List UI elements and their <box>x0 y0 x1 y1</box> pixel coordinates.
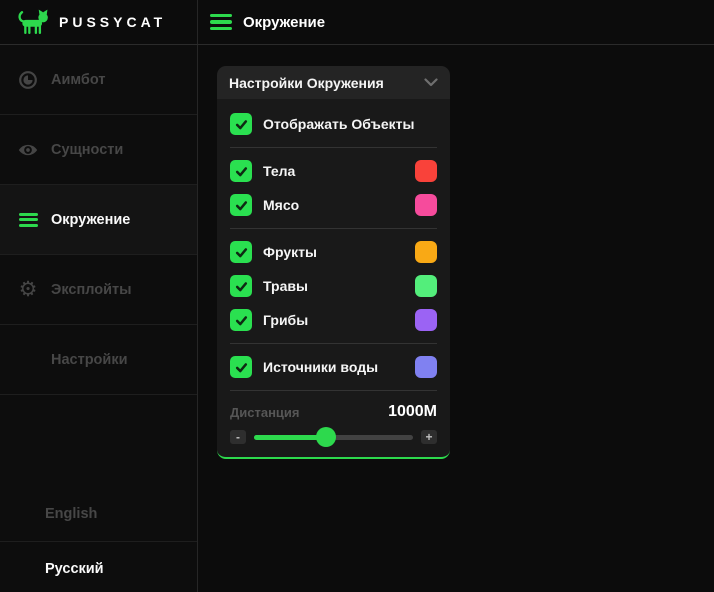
panel-header-dropdown[interactable]: Настройки Окружения <box>217 66 450 99</box>
toggle-label: Тела <box>263 163 415 179</box>
separator <box>230 343 437 344</box>
toggle-row-bodies: Тела <box>230 160 437 182</box>
toggle-label: Травы <box>263 278 415 294</box>
language-label: English <box>45 506 97 522</box>
toggle-row-grass: Травы <box>230 275 437 297</box>
topbar: PUSSYCAT Окружение <box>0 0 714 45</box>
environment-settings-panel: Настройки Окружения Отображать Объекты <box>217 66 450 459</box>
color-swatch-bodies[interactable] <box>415 160 437 182</box>
distance-header: Дистанция 1000М <box>230 403 437 421</box>
sidebar-item-label: Эксплойты <box>51 282 131 298</box>
gear-icon: ⚙ <box>16 278 40 302</box>
toggle-label: Источники воды <box>263 359 415 375</box>
checkbox-fruits[interactable] <box>230 241 252 263</box>
toggle-row-fruits: Фрукты <box>230 241 437 263</box>
brand-name: PUSSYCAT <box>59 14 166 30</box>
sidebar-spacer <box>0 395 197 487</box>
checkbox-mushrooms[interactable] <box>230 309 252 331</box>
language-item-english[interactable]: English <box>0 487 197 541</box>
toggle-label: Грибы <box>263 312 415 328</box>
sidebar-item-label: Аимбот <box>51 72 105 88</box>
separator <box>230 228 437 229</box>
separator <box>230 147 437 148</box>
toggle-row-meat: Мясо <box>230 194 437 216</box>
language-item-russian[interactable]: Русский <box>0 541 197 592</box>
settings-icon-placeholder <box>16 348 40 372</box>
eye-icon <box>16 138 40 162</box>
sidebar-item-label: Настройки <box>51 352 128 368</box>
distance-decrease-button[interactable]: - <box>230 430 246 444</box>
toggle-row-water-sources: Источники воды <box>230 356 437 378</box>
sidebar-item-label: Сущности <box>51 142 123 158</box>
color-swatch-meat[interactable] <box>415 194 437 216</box>
panel-body: Отображать Объекты Тела <box>217 99 450 459</box>
sidebar: Аимбот Сущности Окружение <box>0 45 198 592</box>
brand-logo: PUSSYCAT <box>0 0 198 44</box>
distance-slider-track[interactable] <box>254 435 413 440</box>
language-label: Русский <box>45 561 104 577</box>
sidebar-item-aimbot[interactable]: Аимбот <box>0 45 197 115</box>
environment-menu-icon <box>16 208 40 232</box>
panel-title: Настройки Окружения <box>229 75 384 91</box>
topbar-main: Окружение <box>198 0 714 44</box>
separator <box>230 390 437 391</box>
chevron-down-icon <box>424 78 438 87</box>
toggle-row-mushrooms: Грибы <box>230 309 437 331</box>
sidebar-item-exploits[interactable]: ⚙ Эксплойты <box>0 255 197 325</box>
color-swatch-fruits[interactable] <box>415 241 437 263</box>
distance-slider-row: - + <box>230 430 437 444</box>
checkbox-grass[interactable] <box>230 275 252 297</box>
page-title: Окружение <box>243 14 325 31</box>
toggle-label: Мясо <box>263 197 415 213</box>
checkbox-water-sources[interactable] <box>230 356 252 378</box>
color-swatch-water-sources[interactable] <box>415 356 437 378</box>
app-window: PUSSYCAT Окружение Аимбот <box>0 0 714 592</box>
checkbox-meat[interactable] <box>230 194 252 216</box>
toggle-label: Фрукты <box>263 244 415 260</box>
distance-label: Дистанция <box>230 405 300 420</box>
aimbot-target-icon <box>16 68 40 92</box>
main-content: Настройки Окружения Отображать Объекты <box>198 45 714 592</box>
menu-icon[interactable] <box>210 14 232 30</box>
distance-value: 1000М <box>388 403 437 421</box>
toggle-row-show-objects: Отображать Объекты <box>230 113 437 135</box>
color-swatch-grass[interactable] <box>415 275 437 297</box>
sidebar-item-entities[interactable]: Сущности <box>0 115 197 185</box>
color-swatch-mushrooms[interactable] <box>415 309 437 331</box>
distance-increase-button[interactable]: + <box>421 430 437 444</box>
toggle-label: Отображать Объекты <box>263 116 437 132</box>
sidebar-item-settings[interactable]: Настройки <box>0 325 197 395</box>
checkbox-bodies[interactable] <box>230 160 252 182</box>
sidebar-item-environment[interactable]: Окружение <box>0 185 197 255</box>
cat-logo-icon <box>18 9 50 35</box>
checkbox-show-objects[interactable] <box>230 113 252 135</box>
slider-thumb[interactable] <box>316 427 336 447</box>
sidebar-item-label: Окружение <box>51 212 130 228</box>
